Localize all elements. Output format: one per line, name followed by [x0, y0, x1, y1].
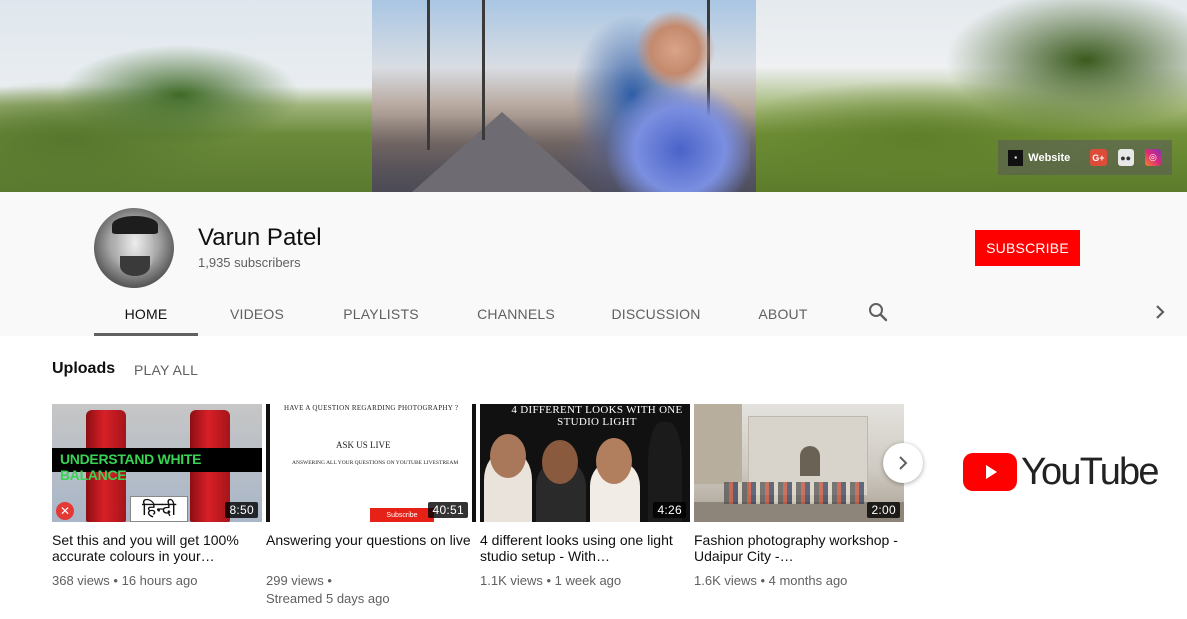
video-meta: 1.6K views • 4 months ago: [694, 573, 848, 588]
tab-discussion[interactable]: DISCUSSION: [586, 292, 726, 336]
chevron-right-icon[interactable]: [1150, 302, 1170, 322]
youtube-wordmark: YouTube: [1021, 450, 1160, 493]
tab-about[interactable]: ABOUT: [726, 292, 840, 336]
video-title[interactable]: Fashion photography workshop - Udaipur C…: [694, 532, 904, 564]
tab-playlists[interactable]: PLAYLISTS: [316, 292, 446, 336]
banner-landscape-left: [0, 0, 372, 192]
channel-name: Varun Patel: [198, 224, 322, 251]
video-duration: 4:26: [653, 502, 686, 518]
shelf-next-button[interactable]: [883, 443, 923, 483]
video-card[interactable]: UNDERSTAND WHITE BALANCE हिन्दी ✕ 8:50 S…: [52, 404, 262, 590]
channel-banner: ▪ Website G+ ●● ◎: [0, 0, 1187, 192]
thumbnail-headline: ASK US LIVE: [336, 440, 391, 450]
video-card[interactable]: 2:00 Fashion photography workshop - Udai…: [694, 404, 904, 590]
subscriber-count: 1,935 subscribers: [198, 255, 301, 270]
video-duration: 2:00: [867, 502, 900, 518]
video-thumbnail[interactable]: 2:00: [694, 404, 904, 522]
video-thumbnail[interactable]: 4 DIFFERENT LOOKS WITH ONE STUDIO LIGHT …: [480, 404, 690, 522]
chevron-right-icon: [899, 456, 908, 470]
video-card[interactable]: HAVE A QUESTION REGARDING PHOTOGRAPHY ? …: [266, 404, 476, 608]
video-duration: 40:51: [428, 502, 468, 518]
youtube-logo: YouTube: [963, 450, 1160, 493]
search-icon[interactable]: [866, 300, 890, 324]
video-meta: 299 views • Streamed 5 days ago: [266, 573, 390, 606]
thumbnail-subtext: ANSWERING ALL YOUR QUESTIONS ON YOUTUBE …: [292, 460, 459, 466]
video-meta: 1.1K views • 1 week ago: [480, 573, 622, 588]
tab-channels[interactable]: CHANNELS: [446, 292, 586, 336]
shelf-title[interactable]: Uploads: [52, 360, 115, 378]
google-plus-icon[interactable]: G+: [1090, 149, 1107, 166]
thumbnail-language-label: हिन्दी: [130, 496, 188, 522]
wrong-icon: ✕: [56, 502, 74, 520]
play-all-link[interactable]: PLAY ALL: [134, 362, 198, 378]
instagram-icon[interactable]: ◎: [1144, 149, 1162, 166]
video-duration: 8:50: [225, 502, 258, 518]
website-link[interactable]: Website: [1028, 152, 1070, 164]
website-icon[interactable]: ▪: [1008, 149, 1024, 166]
video-title[interactable]: 4 different looks using one light studio…: [480, 532, 690, 564]
subscribe-button[interactable]: SUBSCRIBE: [975, 230, 1080, 266]
tab-home[interactable]: HOME: [94, 292, 198, 336]
video-meta: 368 views • 16 hours ago: [52, 573, 198, 588]
youtube-play-icon: [963, 453, 1017, 491]
video-thumbnail[interactable]: HAVE A QUESTION REGARDING PHOTOGRAPHY ? …: [266, 404, 476, 522]
banner-model-figure: [600, 10, 750, 192]
avatar[interactable]: [94, 208, 174, 288]
thumbnail-text: HAVE A QUESTION REGARDING PHOTOGRAPHY ?: [284, 404, 459, 412]
video-thumbnail[interactable]: UNDERSTAND WHITE BALANCE हिन्दी ✕ 8:50: [52, 404, 262, 522]
thumbnail-subscribe-button: Subscribe: [370, 508, 434, 522]
channel-header: Varun Patel 1,935 subscribers SUBSCRIBE …: [0, 192, 1187, 336]
thumbnail-text: 4 DIFFERENT LOOKS WITH ONE STUDIO LIGHT: [511, 404, 683, 428]
video-title[interactable]: Set this and you will get 100% accurate …: [52, 532, 262, 564]
video-card[interactable]: 4 DIFFERENT LOOKS WITH ONE STUDIO LIGHT …: [480, 404, 690, 590]
thumbnail-text: UNDERSTAND WHITE BALANCE: [60, 451, 202, 483]
video-title[interactable]: Answering your questions on live: [266, 532, 476, 564]
channel-tabs: HOME VIDEOS PLAYLISTS CHANNELS DISCUSSIO…: [94, 292, 840, 336]
flickr-icon[interactable]: ●●: [1117, 149, 1134, 166]
tab-videos[interactable]: VIDEOS: [198, 292, 316, 336]
banner-links: ▪ Website G+ ●● ◎: [998, 140, 1172, 175]
